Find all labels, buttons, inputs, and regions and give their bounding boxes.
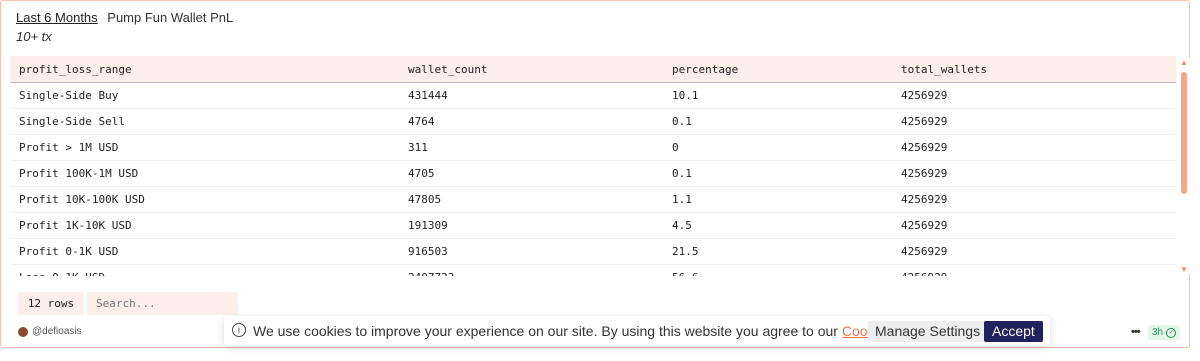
table-cell: 0.1 <box>663 108 892 135</box>
check-icon: ✓ <box>1166 327 1177 338</box>
card-header: Last 6 Months Pump Fun Wallet PnL <box>16 10 233 25</box>
info-icon: i <box>232 323 246 337</box>
table-cell: Profit 100K-1M USD <box>10 160 399 187</box>
column-header[interactable]: total_wallets <box>892 56 1176 83</box>
table-row[interactable]: Profit > 1M USD 311 0 4256929 <box>10 134 1176 161</box>
table-cell: 4256929 <box>892 212 1176 239</box>
table-cell: 0 <box>663 134 892 161</box>
card-subtitle: 10+ tx <box>16 29 52 44</box>
table-cell: 0.1 <box>663 160 892 187</box>
table-cell: 311 <box>399 134 663 161</box>
query-result-card: Last 6 Months Pump Fun Wallet PnL 10+ tx… <box>0 0 1190 348</box>
table-row[interactable]: Single-Side Buy 431444 10.1 4256929 <box>10 82 1176 109</box>
table-cell: 2407733 <box>399 264 663 276</box>
table-cell: 10.1 <box>663 82 892 109</box>
cookie-banner: i We use cookies to improve your experie… <box>224 316 1050 346</box>
table-cell: 4256929 <box>892 82 1176 109</box>
manage-settings-button[interactable]: Manage Settings <box>868 321 988 342</box>
table-cell: Single-Side Sell <box>10 108 399 135</box>
freshness-badge: 3h ✓ <box>1148 325 1181 340</box>
scroll-down-icon[interactable]: ▼ <box>1180 265 1188 274</box>
author[interactable]: @defioasis <box>18 326 82 337</box>
avatar <box>18 326 28 337</box>
table-row[interactable]: Profit 0-1K USD 916503 21.5 4256929 <box>10 238 1176 265</box>
table-row[interactable]: Profit 1K-10K USD 191309 4.5 4256929 <box>10 212 1176 239</box>
table-body: Single-Side Buy 431444 10.1 4256929 Single-S… <box>10 82 1176 276</box>
table-row[interactable]: Loss 0-1K USD240773356.64256929 <box>10 264 1176 276</box>
vertical-scrollbar[interactable]: ▲ ▼ <box>1178 58 1190 274</box>
table-row[interactable]: Single-Side Sell 4764 0.1 4256929 <box>10 108 1176 135</box>
chart-title: Pump Fun Wallet PnL <box>107 10 234 25</box>
results-table: profit_loss_range wallet_count percentag… <box>10 56 1176 276</box>
table-cell: 4256929 <box>892 264 1176 276</box>
table-cell: 4256929 <box>892 186 1176 213</box>
table-cell: Profit 0-1K USD <box>10 238 399 265</box>
table-cell: 21.5 <box>663 238 892 265</box>
table-cell: Single-Side Buy <box>10 82 399 109</box>
time-range-link[interactable]: Last 6 Months <box>16 10 98 25</box>
table-row[interactable]: Profit 100K-1M USD 4705 0.1 4256929 <box>10 160 1176 187</box>
scroll-up-icon[interactable]: ▲ <box>1180 58 1188 67</box>
table-cell: 4705 <box>399 160 663 187</box>
column-header[interactable]: percentage <box>663 56 892 83</box>
table-cell: 4256929 <box>892 108 1176 135</box>
row-count: 12 rows <box>18 292 84 315</box>
cookie-message-text: We use cookies to improve your experienc… <box>253 323 838 339</box>
results-table-container[interactable]: profit_loss_range wallet_count percentag… <box>10 56 1176 276</box>
table-cell: 4256929 <box>892 134 1176 161</box>
column-header[interactable]: profit_loss_range <box>10 56 399 83</box>
table-cell: Profit 1K-10K USD <box>10 212 399 239</box>
table-cell: 191309 <box>399 212 663 239</box>
table-cell: 4.5 <box>663 212 892 239</box>
table-cell: 4256929 <box>892 238 1176 265</box>
cookie-message: We use cookies to improve your experienc… <box>253 323 930 339</box>
table-cell: 916503 <box>399 238 663 265</box>
table-header-row: profit_loss_range wallet_count percentag… <box>10 56 1176 83</box>
column-header[interactable]: wallet_count <box>399 56 663 83</box>
table-cell: Profit 10K-100K USD <box>10 186 399 213</box>
table-cell: 47805 <box>399 186 663 213</box>
table-cell: 431444 <box>399 82 663 109</box>
author-name[interactable]: @defioasis <box>32 326 82 337</box>
freshness-age: 3h <box>1152 327 1164 338</box>
search-input[interactable] <box>87 292 238 315</box>
table-cell: Loss 0-1K USD <box>10 264 399 276</box>
accept-button[interactable]: Accept <box>984 321 1043 342</box>
table-row[interactable]: Profit 10K-100K USD 47805 1.1 4256929 <box>10 186 1176 213</box>
table-cell: 1.1 <box>663 186 892 213</box>
table-cell: 56.6 <box>663 264 892 276</box>
more-options-icon[interactable]: ••• <box>1131 326 1141 338</box>
scrollbar-thumb[interactable] <box>1181 72 1187 194</box>
table-cell: 4764 <box>399 108 663 135</box>
table-cell: Profit > 1M USD <box>10 134 399 161</box>
table-cell: 4256929 <box>892 160 1176 187</box>
